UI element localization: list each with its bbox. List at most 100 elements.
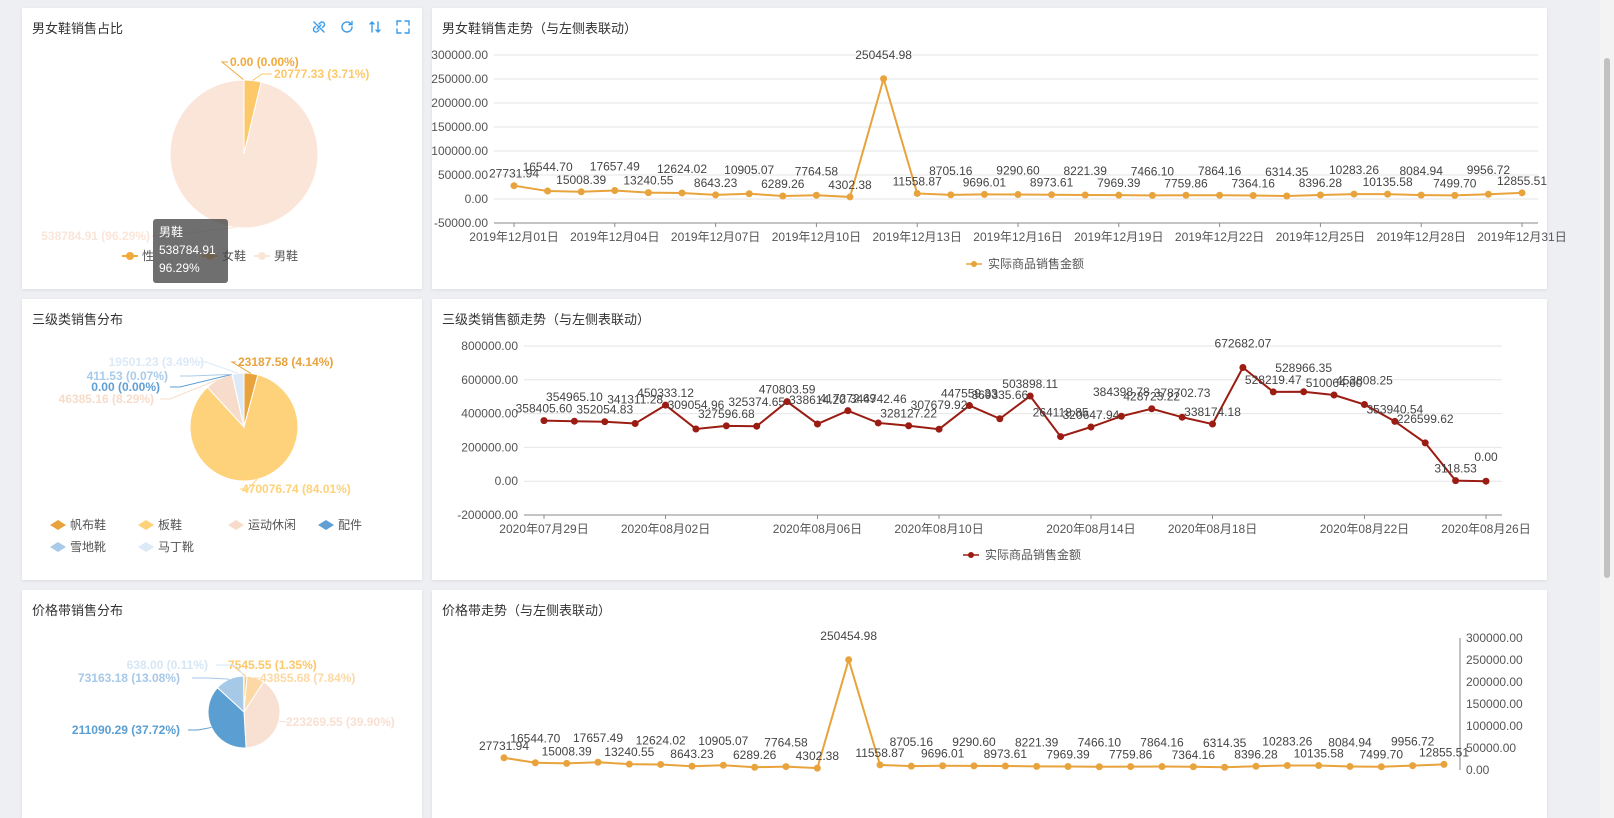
y-tick-label: 200000.00 xyxy=(1466,675,1523,689)
data-label: 7759.86 xyxy=(1109,748,1153,762)
data-point xyxy=(611,187,619,195)
data-point xyxy=(719,761,727,769)
legend-label: 帆布鞋 xyxy=(70,517,106,532)
x-tick-label: 2019年12月01日 xyxy=(469,230,558,244)
data-point xyxy=(540,417,548,425)
data-label: 12855.51 xyxy=(1497,174,1547,188)
data-point xyxy=(844,407,852,415)
x-tick-label: 2019年12月04日 xyxy=(570,230,659,244)
legend-marker-dot xyxy=(968,552,974,558)
legend-marker-diamond xyxy=(138,520,154,530)
data-point xyxy=(1417,191,1425,199)
data-point xyxy=(1518,189,1526,197)
legend-label: 马丁靴 xyxy=(158,540,194,554)
line-chart-category-trend: -200000.00 0.00 200000.00 400000.00 600000.0… xyxy=(457,337,1530,562)
panel-price-trend: 价格带走势（与左侧表联动） 0.00 50000.00 100000.00 15000… xyxy=(432,590,1547,818)
data-label: 7499.70 xyxy=(1433,176,1477,190)
y-tick-label: 250000.00 xyxy=(431,72,488,86)
page-scrollbar[interactable] xyxy=(1600,0,1614,818)
data-point xyxy=(970,762,978,770)
pie-leader-line xyxy=(192,677,230,680)
data-point xyxy=(1350,190,1358,198)
data-point xyxy=(644,189,652,197)
y-tick-label: 150000.00 xyxy=(1466,697,1523,711)
data-point xyxy=(510,182,518,190)
data-point xyxy=(692,425,700,433)
data-label: 7764.58 xyxy=(764,736,808,750)
data-point xyxy=(1283,192,1291,200)
pie-slice-label: 7545.55 (1.35%) xyxy=(228,658,317,672)
y-tick-label: -200000.00 xyxy=(457,508,518,522)
data-point xyxy=(1440,760,1448,768)
data-point xyxy=(846,193,854,201)
data-point xyxy=(594,758,602,766)
legend-label: 板鞋 xyxy=(158,517,182,532)
x-tick-label: 2020年08月18日 xyxy=(1168,522,1257,536)
data-point xyxy=(712,191,720,199)
data-label: 12624.02 xyxy=(657,162,707,176)
data-label: 4302.38 xyxy=(828,178,872,192)
y-tick-label: 200000.00 xyxy=(461,440,518,454)
data-point xyxy=(845,656,853,664)
data-point xyxy=(1252,762,1260,770)
data-point xyxy=(876,761,884,769)
data-point xyxy=(947,191,955,199)
pie-slice-label: 46385.16 (8.29%) xyxy=(59,392,154,406)
pie-chart-category: 23187.58 (4.14%) 470076.74 (84.01%) 46385.… xyxy=(50,355,362,554)
data-point xyxy=(1001,762,1009,770)
data-point xyxy=(1484,190,1492,198)
data-point xyxy=(1330,391,1338,399)
data-label: 4302.38 xyxy=(796,749,840,763)
data-point xyxy=(544,187,552,195)
data-point xyxy=(779,192,787,200)
data-point xyxy=(1346,762,1354,770)
legend-marker-diamond xyxy=(50,542,66,552)
data-point xyxy=(1127,763,1135,771)
data-label: 17657.49 xyxy=(573,731,623,745)
pie-chart-price: 7545.55 (1.35%)43855.68 (7.84%) 223269.55… xyxy=(72,658,395,749)
y-tick-label: 0.00 xyxy=(495,474,519,488)
legend-marker-dot xyxy=(971,261,977,267)
x-tick-label: 2019年12月25日 xyxy=(1276,230,1365,244)
pie-slice-label: 411.53 (0.07%) xyxy=(87,369,168,383)
data-point xyxy=(657,760,665,768)
line-chart-gender-trend: -50000.00 0.00 50000.00 100000.00 150000.00 2… xyxy=(431,48,1566,271)
data-point xyxy=(1064,762,1072,770)
data-point xyxy=(1095,763,1103,771)
y-tick-label: 300000.00 xyxy=(1466,631,1523,645)
pie-slice-label: 23187.58 (4.14%) xyxy=(238,355,333,369)
panel-category-share: 三级类销售分布 23187.58 (4.14%) 470076.74 (84.01… xyxy=(22,299,422,580)
legend-label: 实际商品销售金额 xyxy=(985,547,1081,562)
data-label: 3118.53 xyxy=(1434,462,1477,476)
legend-marker-dot xyxy=(258,252,266,260)
pie-leader-line xyxy=(252,73,272,81)
x-tick-label: 2020年08月02日 xyxy=(621,522,710,536)
y-tick-label: 250000.00 xyxy=(1466,653,1523,667)
panel-gender-trend: 男女鞋销售走势（与左侧表联动） -50000.00 0.00 50000.00 100… xyxy=(431,8,1567,289)
y-tick-label: -50000.00 xyxy=(434,216,488,230)
y-tick-label: 200000.00 xyxy=(431,96,488,110)
data-point xyxy=(1269,388,1277,396)
scrollbar-thumb[interactable] xyxy=(1604,58,1610,578)
data-point xyxy=(1221,763,1229,771)
x-tick-label: 2020年08月26日 xyxy=(1441,522,1530,536)
pie-slice-label: 73163.18 (13.08%) xyxy=(78,671,180,685)
data-label: 8643.23 xyxy=(670,747,714,761)
x-tick-label: 2020年08月10日 xyxy=(894,522,983,536)
data-point xyxy=(813,764,821,772)
pie-leader-line xyxy=(188,726,212,731)
x-tick-label: 2020年08月22日 xyxy=(1320,522,1409,536)
x-tick-label: 2019年12月10日 xyxy=(772,230,861,244)
data-label: 12855.51 xyxy=(1419,745,1469,759)
data-label: 15008.39 xyxy=(556,173,606,187)
data-point xyxy=(907,762,915,770)
data-point xyxy=(1283,761,1291,769)
data-point xyxy=(939,762,947,770)
data-point xyxy=(813,420,821,428)
legend-marker-diamond xyxy=(138,542,154,552)
y-tick-label: 400000.00 xyxy=(461,407,518,421)
x-tick-label: 2020年08月14日 xyxy=(1046,522,1135,536)
data-point xyxy=(531,759,539,767)
data-label: 7759.86 xyxy=(1164,176,1208,190)
y-tick-label: 100000.00 xyxy=(431,144,488,158)
